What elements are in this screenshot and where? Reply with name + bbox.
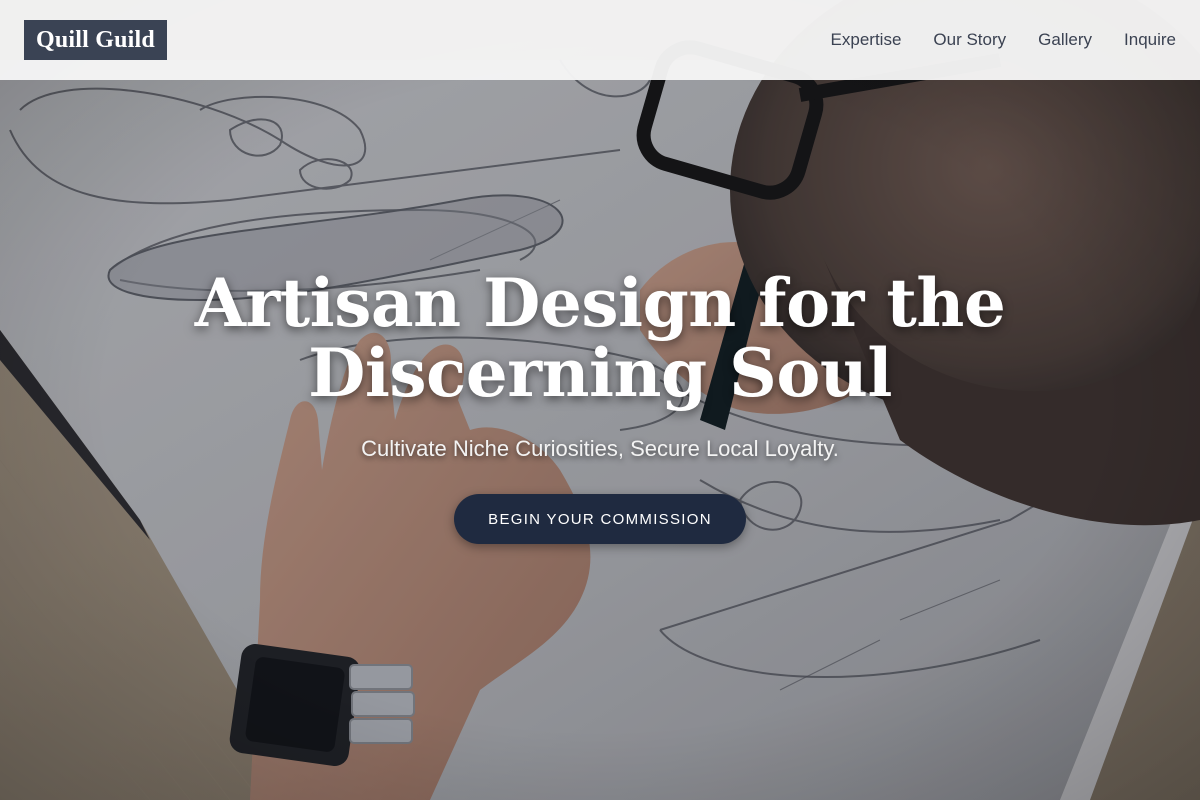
hero-title: Artisan Design for the Discerning Soul [194,264,1006,412]
nav-link-our-story[interactable]: Our Story [933,30,1006,50]
nav-link-gallery[interactable]: Gallery [1038,30,1092,50]
nav-link-expertise[interactable]: Expertise [831,30,902,50]
hero-subtitle: Cultivate Niche Curiosities, Secure Loca… [361,436,839,461]
site-logo[interactable]: Quill Guild [24,20,167,60]
begin-commission-button[interactable]: BEGIN YOUR COMMISSION [454,494,746,544]
hero-content: Artisan Design for the Discerning Soul C… [0,268,1200,544]
hero-section: Artisan Design for the Discerning Soul C… [0,0,1200,800]
site-header: Quill Guild Expertise Our Story Gallery … [0,0,1200,80]
main-nav: Expertise Our Story Gallery Inquire [831,0,1176,80]
nav-link-inquire[interactable]: Inquire [1124,30,1176,50]
